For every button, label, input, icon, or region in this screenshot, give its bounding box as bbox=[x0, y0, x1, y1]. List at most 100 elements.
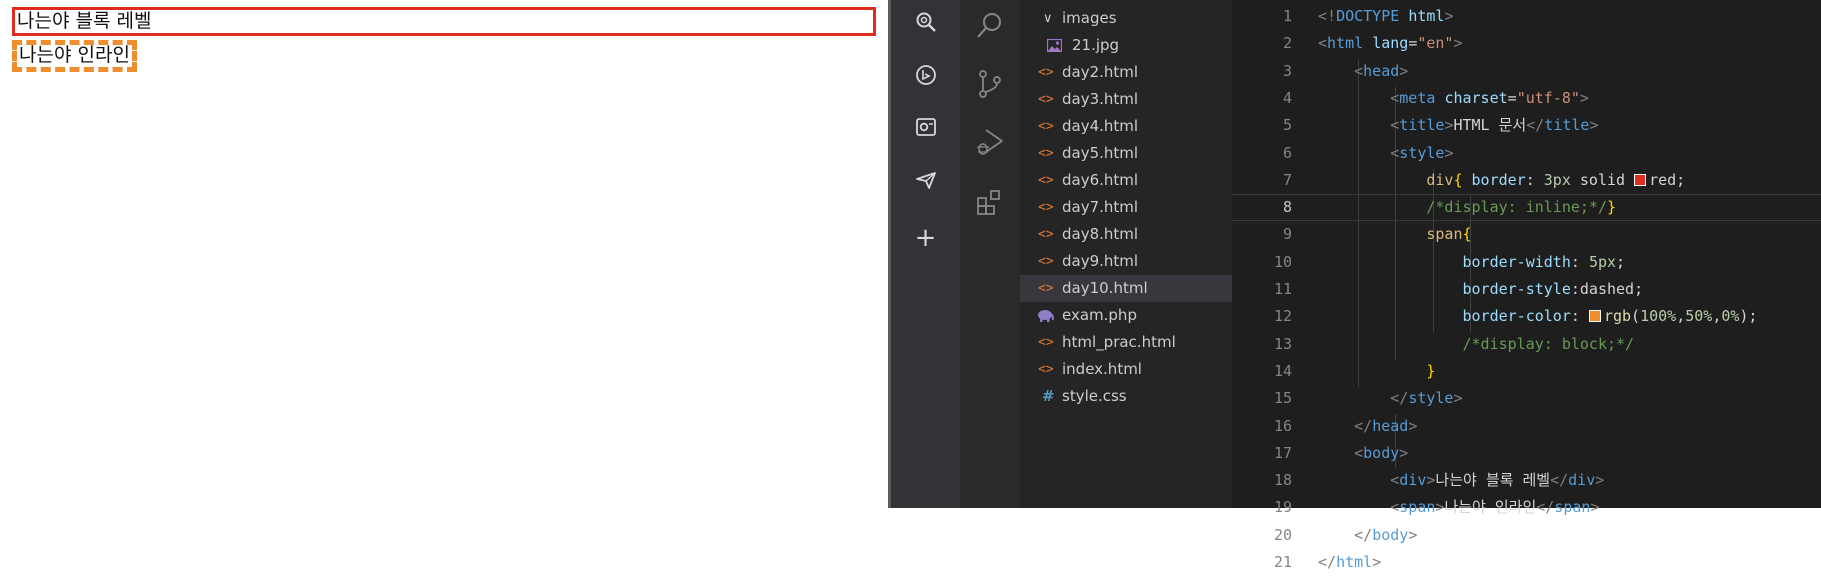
line-number: 9 bbox=[1282, 225, 1292, 244]
tree-file-active[interactable]: <> day10.html bbox=[1020, 275, 1232, 302]
code-token: 3px bbox=[1543, 170, 1571, 189]
activity-bar bbox=[960, 0, 1020, 508]
code-token: 나는야 블록 레벨 bbox=[1435, 471, 1551, 490]
code-line[interactable]: 17 <body> bbox=[1232, 440, 1821, 467]
tree-item-label: day6.html bbox=[1062, 171, 1139, 189]
tree-file[interactable]: <> day4.html bbox=[1020, 113, 1232, 140]
code-line[interactable]: 21 </html> bbox=[1232, 549, 1821, 576]
code-token: > bbox=[1589, 116, 1599, 135]
code-token: </ bbox=[1354, 525, 1373, 544]
inline-span: 나는야 인라인 bbox=[12, 40, 137, 72]
code-line[interactable]: 13 /*display: block;*/ bbox=[1232, 331, 1821, 358]
code-token: < bbox=[1390, 116, 1400, 135]
code-text: /*display: inline;*/} bbox=[1318, 195, 1616, 220]
code-token: lang bbox=[1372, 34, 1409, 53]
search-globe-button[interactable] bbox=[891, 2, 960, 42]
code-token: ; bbox=[1616, 252, 1626, 271]
line-number: 7 bbox=[1282, 170, 1292, 189]
code-line[interactable]: 11 border-style:dashed; bbox=[1232, 276, 1821, 303]
code-text: /*display: block;*/ bbox=[1318, 331, 1635, 358]
code-token: :dashed; bbox=[1570, 280, 1644, 298]
code-line[interactable]: 16 </head> bbox=[1232, 413, 1821, 440]
code-line[interactable]: 1 <!DOCTYPE html> bbox=[1232, 3, 1821, 30]
code-line[interactable]: 10 border-width: 5px; bbox=[1232, 249, 1821, 276]
tree-file[interactable]: <> day3.html bbox=[1020, 86, 1232, 113]
activity-run-debug[interactable] bbox=[960, 118, 1020, 166]
tree-file[interactable]: exam.php bbox=[1020, 302, 1232, 329]
code-token: body bbox=[1372, 525, 1409, 544]
code-line[interactable]: 6 <style> bbox=[1232, 140, 1821, 167]
code-text: div{ border: 3px solid red; bbox=[1318, 167, 1685, 194]
code-editor[interactable]: 1 <!DOCTYPE html> 2 <html lang="en"> 3 <head… bbox=[1232, 0, 1821, 571]
tree-folder-images[interactable]: ∨ images bbox=[1020, 5, 1232, 32]
code-token: </ bbox=[1526, 116, 1545, 135]
code-line[interactable]: 15 </style> bbox=[1232, 385, 1821, 412]
tree-file[interactable]: 21.jpg bbox=[1020, 32, 1232, 59]
code-text: border-style:dashed; bbox=[1318, 276, 1644, 303]
activity-extensions[interactable] bbox=[960, 178, 1020, 226]
code-line[interactable]: 14 } bbox=[1232, 358, 1821, 385]
outlook-button[interactable] bbox=[891, 107, 960, 147]
tree-item-label: html_prac.html bbox=[1062, 333, 1176, 351]
tree-file[interactable]: <> html_prac.html bbox=[1020, 329, 1232, 356]
tree-file[interactable]: <> day8.html bbox=[1020, 221, 1232, 248]
code-token: span bbox=[1554, 498, 1591, 517]
code-token: > bbox=[1408, 416, 1418, 435]
tree-file[interactable]: # style.css bbox=[1020, 383, 1232, 410]
code-text: border-color: rgb(100%,50%,0%); bbox=[1318, 303, 1758, 330]
code-line[interactable]: 8 /*display: inline;*/} bbox=[1232, 194, 1821, 222]
bing-icon bbox=[915, 65, 936, 85]
code-text: <div>나는야 블록 레벨</div> bbox=[1318, 467, 1604, 494]
code-token: : bbox=[1525, 170, 1544, 189]
code-line[interactable]: 5 <title>HTML 문서</title> bbox=[1232, 112, 1821, 139]
code-token: ); bbox=[1739, 307, 1758, 326]
tree-file[interactable]: <> index.html bbox=[1020, 356, 1232, 383]
line-number: 20 bbox=[1273, 525, 1292, 544]
code-token: 0% bbox=[1721, 307, 1740, 326]
line-number: 17 bbox=[1273, 443, 1292, 462]
code-token: </ bbox=[1318, 553, 1337, 571]
tree-file[interactable]: <> day6.html bbox=[1020, 167, 1232, 194]
code-token: < bbox=[1354, 443, 1364, 462]
add-button[interactable]: + bbox=[891, 218, 960, 258]
tree-item-label: style.css bbox=[1062, 387, 1127, 405]
activity-source-control[interactable] bbox=[960, 60, 1020, 108]
code-token: border bbox=[1471, 170, 1526, 189]
extensions-icon bbox=[977, 190, 1000, 215]
bing-button[interactable] bbox=[891, 55, 960, 95]
code-text: <body> bbox=[1318, 440, 1408, 467]
line-number: 13 bbox=[1273, 334, 1292, 353]
code-token: > bbox=[1595, 471, 1605, 490]
code-line[interactable]: 4 <meta charset="utf-8"> bbox=[1232, 85, 1821, 112]
color-swatch-icon[interactable] bbox=[1634, 173, 1647, 186]
tree-file[interactable]: <> day9.html bbox=[1020, 248, 1232, 275]
tree-file[interactable]: <> day7.html bbox=[1020, 194, 1232, 221]
outlook-icon bbox=[915, 118, 936, 136]
plus-icon: + bbox=[914, 223, 937, 253]
color-swatch-icon[interactable] bbox=[1588, 310, 1601, 323]
line-number: 14 bbox=[1273, 361, 1292, 380]
code-token: border-width bbox=[1462, 252, 1571, 271]
tree-file[interactable]: <> day5.html bbox=[1020, 140, 1232, 167]
code-line[interactable]: 19 <span>나는야 인라인</span> bbox=[1232, 494, 1821, 521]
run-debug-icon bbox=[977, 129, 1003, 155]
line-number: 11 bbox=[1273, 280, 1292, 298]
code-token: html bbox=[1336, 553, 1373, 571]
code-line[interactable]: 2 <html lang="en"> bbox=[1232, 30, 1821, 57]
code-token: div bbox=[1426, 170, 1454, 189]
code-line[interactable]: 9 span{ bbox=[1232, 221, 1821, 248]
code-line[interactable]: 18 <div>나는야 블록 레벨</div> bbox=[1232, 467, 1821, 494]
code-line[interactable]: 12 border-color: rgb(100%,50%,0%); bbox=[1232, 303, 1821, 330]
code-line[interactable]: 7 div{ border: 3px solid red; bbox=[1232, 167, 1821, 194]
code-token: ( bbox=[1631, 307, 1641, 326]
code-token: body bbox=[1363, 443, 1400, 462]
code-line[interactable]: 3 <head> bbox=[1232, 58, 1821, 85]
code-line[interactable]: 20 </body> bbox=[1232, 522, 1821, 549]
activity-search[interactable] bbox=[960, 1, 1020, 49]
code-token: 5px bbox=[1588, 252, 1617, 271]
tree-file[interactable]: <> day2.html bbox=[1020, 59, 1232, 86]
send-button[interactable] bbox=[891, 160, 960, 200]
